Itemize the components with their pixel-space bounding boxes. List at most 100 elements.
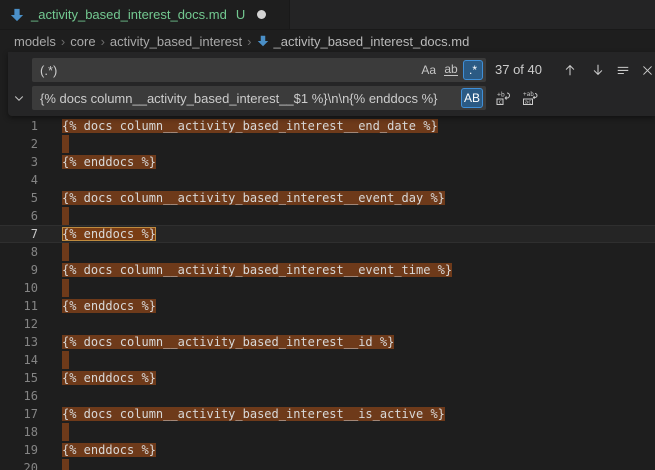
line-content: {% docs column__activity_based_interest_… <box>62 189 445 207</box>
breadcrumb-item-core[interactable]: core <box>70 34 95 49</box>
find-match: {% enddocs %} <box>62 371 156 385</box>
chevron-right-icon: › <box>61 34 65 49</box>
chevron-right-icon: › <box>247 34 251 49</box>
line-content: {% docs column__activity_based_interest_… <box>62 261 452 279</box>
code-line[interactable]: 12 <box>0 315 655 333</box>
svg-text:+ab: +ab <box>523 91 534 98</box>
code-lines: 1 {% docs column__activity_based_interest… <box>0 117 655 470</box>
match-case-toggle[interactable]: Aa <box>418 60 439 80</box>
line-content <box>62 279 69 297</box>
find-in-selection-button[interactable] <box>612 58 634 82</box>
preserve-case-toggle[interactable]: AB <box>461 88 483 108</box>
find-match-empty-line <box>62 459 69 470</box>
breadcrumb-item-file[interactable]: _activity_based_interest_docs.md <box>257 34 470 49</box>
code-line[interactable]: 15 {% enddocs %} <box>0 369 655 387</box>
line-content <box>62 135 69 153</box>
find-match: {% docs column__activity_based_interest_… <box>62 335 394 349</box>
current-find-match: {% enddocs %} <box>62 227 156 241</box>
code-line[interactable]: 10 <box>0 279 655 297</box>
line-number: 9 <box>0 261 38 279</box>
line-number: 10 <box>0 279 38 297</box>
find-toggles: Aa ab .* <box>416 60 486 80</box>
code-line[interactable]: 3{% enddocs %} <box>0 153 655 171</box>
chevron-down-icon <box>13 92 25 104</box>
line-content <box>62 243 69 261</box>
code-line[interactable]: 5 {% docs column__activity_based_interest… <box>0 189 655 207</box>
find-match: {% enddocs %} <box>62 155 156 169</box>
line-content: {% enddocs %} <box>62 369 156 387</box>
line-content: {% docs column__activity_based_interest_… <box>62 333 394 351</box>
chevron-right-icon: › <box>101 34 105 49</box>
code-line[interactable]: 18 <box>0 423 655 441</box>
selection-lines-icon <box>616 63 630 77</box>
code-line[interactable]: 9 {% docs column__activity_based_interest… <box>0 261 655 279</box>
code-line[interactable]: 16 <box>0 387 655 405</box>
line-number: 1 <box>0 117 38 135</box>
code-line[interactable]: 17 {% docs column__activity_based_interes… <box>0 405 655 423</box>
next-match-button[interactable] <box>587 58 609 82</box>
find-match-empty-line <box>62 135 69 153</box>
code-line[interactable]: 11 {% enddocs %} <box>0 297 655 315</box>
find-match-empty-line <box>62 351 69 369</box>
find-input[interactable]: (.*) Aa ab .* <box>32 58 486 82</box>
whole-word-toggle[interactable]: ab <box>441 60 461 80</box>
code-line[interactable]: 2 <box>0 135 655 153</box>
replace-all-button[interactable]: +ab ac <box>519 86 541 110</box>
markdown-file-icon <box>10 8 24 22</box>
regex-toggle[interactable]: .* <box>463 60 483 80</box>
line-number: 18 <box>0 423 38 441</box>
line-number: 6 <box>0 207 38 225</box>
line-content: {% docs column__activity_based_interest_… <box>62 405 445 423</box>
svg-text:c: c <box>499 100 502 106</box>
tab-bar: _activity_based_interest_docs.md U <box>0 0 655 30</box>
code-line[interactable]: 1{% docs column__activity_based_interest… <box>0 117 655 135</box>
code-line[interactable]: 4 <box>0 171 655 189</box>
breadcrumb-item-models[interactable]: models <box>14 34 56 49</box>
line-number: 12 <box>0 315 38 333</box>
code-line[interactable]: 6 <box>0 207 655 225</box>
line-content: {% enddocs %} <box>62 225 156 243</box>
find-match-empty-line <box>62 279 69 297</box>
line-content <box>62 459 69 470</box>
find-match-empty-line <box>62 243 69 261</box>
arrow-up-icon <box>563 63 577 77</box>
tab-active-file[interactable]: _activity_based_interest_docs.md U <box>0 0 290 29</box>
markdown-file-icon <box>257 35 269 47</box>
code-line[interactable]: 20 <box>0 459 655 470</box>
editor: 1 {% docs column__activity_based_interest… <box>0 52 655 470</box>
find-match: {% enddocs %} <box>62 299 156 313</box>
unsaved-changes-dot[interactable] <box>257 10 266 19</box>
line-number: 7 <box>0 225 38 243</box>
close-icon <box>641 64 654 77</box>
line-number: 11 <box>0 297 38 315</box>
replace-input[interactable]: {% docs column__activity_based_interest_… <box>32 86 486 110</box>
line-content <box>62 423 69 441</box>
git-untracked-badge: U <box>236 7 245 22</box>
line-number: 17 <box>0 405 38 423</box>
breadcrumb-item-activity-based-interest[interactable]: activity_based_interest <box>110 34 242 49</box>
line-number: 5 <box>0 189 38 207</box>
replace-button[interactable]: +b c <box>492 86 514 110</box>
replace-all-icon: +ab ac <box>522 90 538 106</box>
toggle-replace-button[interactable] <box>8 86 30 110</box>
find-match: {% docs column__activity_based_interest_… <box>62 191 445 205</box>
find-value: (.*) <box>40 63 416 78</box>
find-match-empty-line <box>62 207 69 225</box>
code-line[interactable]: 19{% enddocs %} <box>0 441 655 459</box>
replace-icon: +b c <box>495 90 511 106</box>
line-number: 8 <box>0 243 38 261</box>
replace-toggles: AB <box>459 88 486 108</box>
line-number: 2 <box>0 135 38 153</box>
line-number: 16 <box>0 387 38 405</box>
line-number: 4 <box>0 171 38 189</box>
line-number: 15 <box>0 369 38 387</box>
code-line[interactable]: 14 <box>0 351 655 369</box>
close-find-widget-button[interactable] <box>636 58 655 82</box>
code-line[interactable]: 7 {% enddocs %} <box>0 225 655 243</box>
code-line[interactable]: 8 <box>0 243 655 261</box>
line-number: 14 <box>0 351 38 369</box>
code-line[interactable]: 13{% docs column__activity_based_interes… <box>0 333 655 351</box>
find-match: {% enddocs %} <box>62 443 156 457</box>
previous-match-button[interactable] <box>559 58 581 82</box>
line-content: {% enddocs %} <box>62 297 156 315</box>
